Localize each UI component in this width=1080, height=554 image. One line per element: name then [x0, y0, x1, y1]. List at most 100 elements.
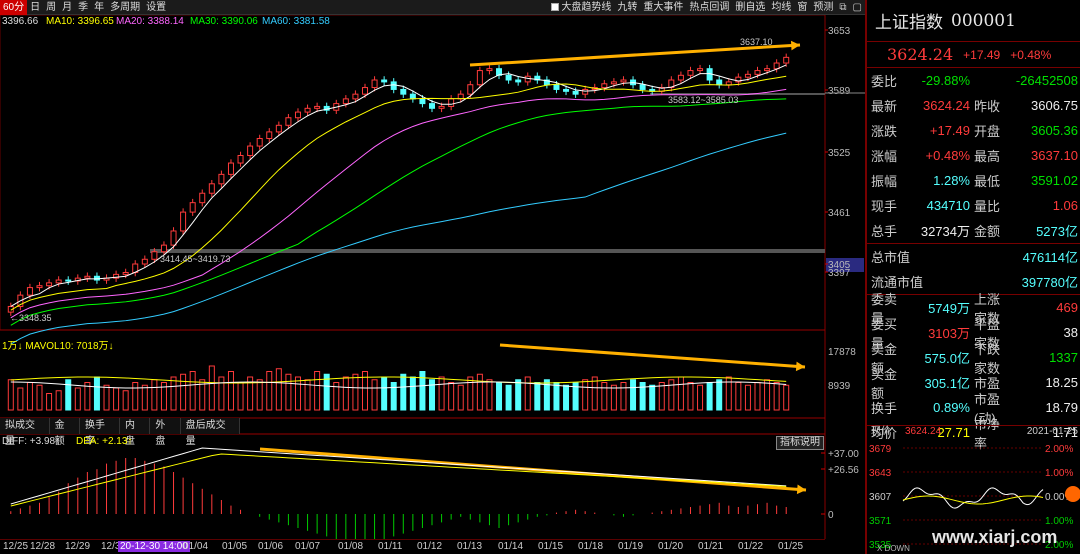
period-tab[interactable]: 60分 — [0, 0, 28, 15]
macd-axis-label: +37.00 — [828, 449, 859, 460]
quote-value: 1337 — [1049, 350, 1078, 365]
volume-bar — [294, 376, 301, 411]
quote-value: 0.89% — [933, 400, 970, 415]
indicator-tab[interactable]: 拟成交量 — [0, 418, 50, 447]
indicator-tab[interactable]: 金额 — [50, 418, 80, 447]
volume-bar — [55, 390, 62, 411]
indicator-tab[interactable]: 内盘 — [120, 418, 151, 447]
mini-price-line — [902, 487, 1044, 509]
toolbar-tool[interactable]: 九转 — [614, 0, 640, 15]
quote-value: 3624.24 — [923, 98, 970, 113]
period-tab[interactable]: 年 — [91, 0, 107, 15]
volume-bar — [151, 379, 158, 411]
kline-chart[interactable]: 365335893525346134053397←3348.353414.45~… — [0, 15, 865, 539]
macd-diff-line — [10, 447, 787, 505]
period-tab[interactable]: 设置 — [143, 0, 169, 15]
period-tab[interactable]: 月 — [59, 0, 75, 15]
quote-row: 涨幅 +0.48% 最高 3637.10 — [867, 143, 1080, 168]
volume-bar — [74, 387, 81, 411]
indicator-help-button[interactable]: 指标说明 — [776, 436, 824, 450]
indicator-tab[interactable]: 盘后成交量 — [181, 418, 240, 447]
quote-panel: 上证指数 000001 3624.24 +17.49 +0.48% 委比 -29.… — [865, 0, 1080, 554]
toolbar-tool[interactable]: 大盘趋势线 — [548, 0, 614, 15]
date-tick: 12/28 — [30, 541, 56, 552]
date-tick: 20-12-30 14:00 — [118, 541, 190, 552]
quote-label: 量比 — [974, 199, 1001, 214]
candle-body — [352, 93, 359, 100]
ma60-line — [10, 132, 787, 345]
volume-bar — [189, 371, 196, 411]
candle-body — [151, 251, 158, 260]
float-badge-icon[interactable] — [1065, 486, 1080, 502]
quote-label: 总手 — [871, 224, 898, 239]
watermark-sub: X DOWN — [877, 544, 910, 553]
copy-icon[interactable]: ⧉ — [836, 2, 849, 13]
period-tab[interactable]: 多周期 — [107, 0, 143, 15]
candle-body — [304, 107, 311, 113]
date-tick: 01/22 — [738, 541, 764, 552]
volume-bar — [476, 373, 483, 411]
candle-body — [381, 79, 388, 83]
price-axis-label: 3653 — [828, 26, 851, 37]
candle-body — [199, 192, 206, 204]
date-tick: 01/12 — [417, 541, 443, 552]
toolbar-tool[interactable]: 均线 — [768, 0, 794, 15]
volume-bar — [457, 384, 464, 411]
volume-header: 1万↓ MAVOL10: 7018万↓ — [2, 341, 114, 352]
quote-label: 最高 — [974, 149, 1001, 164]
volume-bar — [505, 384, 512, 411]
quote-row: 总市值 476114亿 — [867, 244, 1080, 269]
quote-value: 38 — [1063, 325, 1078, 340]
date-tick: 01/04 — [183, 541, 209, 552]
candle-body — [93, 275, 100, 281]
candle-body — [237, 154, 244, 164]
candle-body — [84, 275, 91, 279]
quote-row: 委比 -29.88% -26452508 — [867, 68, 1080, 93]
volume-axis-label: 8939 — [828, 381, 851, 392]
toolbar-tool[interactable]: 预测 — [810, 0, 836, 15]
quote-value: 5749万 — [928, 301, 970, 316]
indicator-tab[interactable]: 外盘 — [150, 418, 181, 447]
candle-body — [170, 230, 177, 246]
quote-row: 现手 434710 量比 1.06 — [867, 193, 1080, 218]
candle-body — [553, 84, 560, 90]
candle-body — [26, 287, 33, 296]
toolbar-tool[interactable]: 删自选 — [732, 0, 768, 15]
quote-label: 金额 — [974, 224, 1001, 239]
volume-bar — [448, 382, 455, 411]
quote-label: 买金额 — [871, 366, 898, 401]
toolbar-tool[interactable]: 重大事件 — [640, 0, 686, 15]
candle-body — [208, 183, 215, 194]
toolbar-tool[interactable]: 热点回调 — [686, 0, 732, 15]
window-icon[interactable]: ▢ — [850, 2, 865, 13]
quote-label: 总市值 — [871, 250, 911, 265]
candle-body — [227, 162, 234, 175]
candle-body — [601, 83, 608, 89]
volume-bar — [266, 371, 273, 411]
volume-bar — [113, 387, 120, 411]
macd-trend-arrow-head — [796, 484, 806, 495]
volume-bar — [7, 379, 14, 411]
volume-bar — [649, 384, 656, 411]
quote-value: 3605.36 — [1031, 123, 1078, 138]
mini-axis-label: 1.00% — [1045, 468, 1073, 479]
toolbar-tool[interactable]: 窗 — [794, 0, 810, 15]
period-tab[interactable]: 周 — [43, 0, 59, 15]
candle-body — [55, 279, 62, 284]
indicator-tab[interactable]: 换手率 — [80, 418, 120, 447]
quote-value: 18.79 — [1045, 400, 1078, 415]
volume-bar — [180, 373, 187, 411]
candle-body — [390, 81, 397, 90]
volume-bar — [103, 384, 110, 411]
quote-value: 3637.10 — [1031, 148, 1078, 163]
mini-axis-label: 3679 — [869, 444, 892, 455]
volume-bar — [658, 382, 665, 411]
volume-bar — [773, 382, 780, 411]
quote-title: 上证指数 000001 — [867, 0, 1080, 42]
quote-value: 575.0亿 — [924, 351, 970, 366]
checkbox-icon[interactable] — [551, 3, 560, 11]
volume-bar — [429, 379, 436, 411]
candle-body — [582, 88, 589, 95]
period-tab[interactable]: 季 — [75, 0, 91, 15]
period-tab[interactable]: 日 — [27, 0, 43, 15]
